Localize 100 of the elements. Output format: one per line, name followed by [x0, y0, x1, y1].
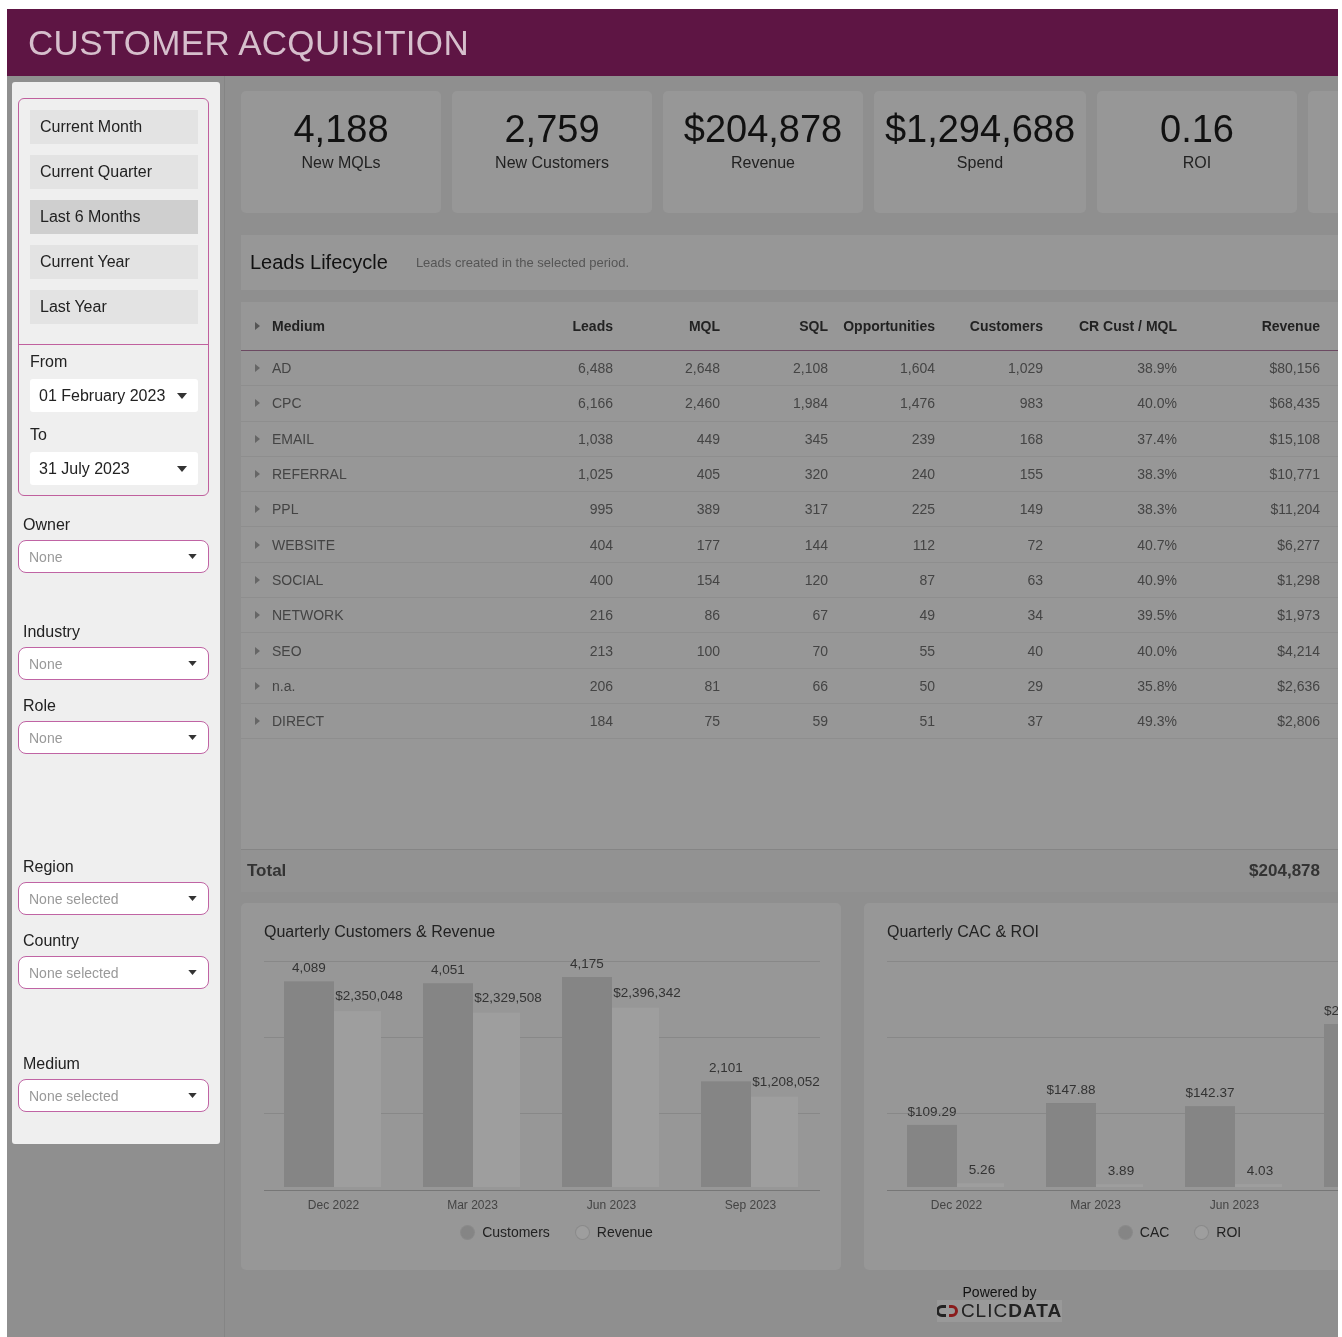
table-cell-text: $2,636 — [1276, 677, 1320, 694]
table-cell-text: 206 — [588, 677, 613, 694]
data-label: 4,175 — [570, 956, 604, 972]
table-cell-text: DIRECT — [272, 713, 326, 730]
filter-dropdown[interactable]: None — [18, 540, 209, 573]
axis-label: Dec 2022 — [929, 1198, 984, 1212]
table-cell-text: SOCIAL — [272, 571, 325, 588]
column-header[interactable]: Medium — [272, 318, 506, 334]
table-cell-text: SEO — [272, 642, 303, 659]
logo-icon — [936, 1303, 959, 1319]
table-cell-text: 225 — [910, 501, 935, 518]
table-cell-text: 70 — [811, 642, 828, 659]
caret-icon — [188, 1093, 197, 1098]
expand-icon[interactable] — [255, 540, 260, 549]
table-cell-text: 389 — [695, 501, 720, 518]
table-cell-text: 320 — [803, 466, 828, 483]
filter-dropdown[interactable]: None — [18, 647, 209, 680]
table-cell-text: 239 — [910, 430, 935, 447]
table-cell-text: 1,476 — [898, 395, 935, 412]
filter-dropdown[interactable]: None selected — [18, 1079, 209, 1112]
table-cell-text: 39.5% — [1136, 607, 1177, 624]
filter-label: Role — [23, 697, 57, 715]
table-cell-text: PPL — [272, 501, 300, 518]
expand-icon[interactable] — [255, 399, 260, 408]
column-header[interactable]: MQL — [613, 318, 720, 334]
table-cell-text: 1,984 — [791, 395, 828, 412]
table-cell-text: AD — [272, 360, 293, 377]
table-cell-text: 6,488 — [576, 360, 613, 377]
table-cell-text: 449 — [695, 430, 720, 447]
kpi-label: Revenue — [730, 154, 795, 172]
kpi-value: 4,188 — [293, 109, 389, 149]
table-cell-text: $4,214 — [1276, 642, 1320, 659]
table-cell-text: $80,156 — [1268, 360, 1320, 377]
caret-icon — [188, 735, 197, 740]
legend-label: Revenue — [596, 1224, 653, 1240]
chart-title: Quarterly CAC & ROI — [887, 923, 1041, 941]
table-cell-text: 405 — [695, 466, 720, 483]
expand-icon[interactable] — [255, 364, 260, 373]
data-label: $2,350,048 — [335, 988, 403, 1004]
table-cell-text: REFERRAL — [272, 466, 348, 483]
expand-icon[interactable] — [255, 681, 260, 690]
data-label: 4.03 — [1246, 1163, 1274, 1179]
expand-icon[interactable] — [255, 611, 260, 620]
table-cell-text: 72 — [1026, 536, 1043, 553]
column-header[interactable]: Customers — [935, 318, 1043, 334]
column-header[interactable]: Revenue — [1177, 318, 1320, 334]
period-button[interactable]: Current Quarter — [30, 155, 198, 189]
table-cell-text: 37 — [1026, 713, 1043, 730]
data-label: $2,396,342 — [613, 984, 681, 1000]
column-header[interactable]: SQL — [720, 318, 828, 334]
filter-dropdown[interactable]: None — [18, 721, 209, 754]
table-cell-text: 2,108 — [791, 360, 828, 377]
expand-icon[interactable] — [255, 646, 260, 655]
expand-icon[interactable] — [255, 575, 260, 584]
table-cell-text: 81 — [703, 677, 720, 694]
expand-icon[interactable] — [255, 505, 260, 514]
table-cell-text: 35.8% — [1136, 677, 1177, 694]
expand-icon[interactable] — [255, 470, 260, 479]
data-label: 4,051 — [431, 962, 465, 978]
table-cell-text: 40 — [1026, 642, 1043, 659]
expand-icon[interactable] — [255, 434, 260, 443]
data-label: 3.89 — [1107, 1163, 1135, 1179]
table-cell-text: 1,038 — [576, 430, 613, 447]
table-cell-text: 213 — [588, 642, 613, 659]
filter-dropdown[interactable]: None selected — [18, 956, 209, 989]
to-date-dropdown[interactable]: 31 July 2023 — [30, 452, 198, 485]
table-cell-text: 6,166 — [576, 395, 613, 412]
data-label: $147.88 — [1046, 1082, 1096, 1097]
table-cell-text: $11,204 — [1269, 501, 1320, 518]
column-header[interactable]: Leads — [506, 318, 613, 334]
caret-icon — [188, 661, 197, 666]
kpi-value: $204,878 — [683, 109, 843, 149]
table-cell-text: 66 — [811, 677, 828, 694]
table-cell-text: 400 — [588, 571, 613, 588]
axis-label: Jun 2023 — [1208, 1198, 1261, 1212]
kpi-value: 2,759 — [504, 109, 600, 149]
table-cell-text: 29 — [1026, 677, 1043, 694]
period-button[interactable]: Last Year — [30, 290, 198, 324]
legend-label: ROI — [1216, 1224, 1242, 1240]
table-cell-text: 40.0% — [1136, 395, 1177, 412]
table-cell-text: 345 — [803, 430, 828, 447]
chart-title: Quarterly Customers & Revenue — [264, 923, 497, 941]
period-button[interactable]: Current Year — [30, 245, 198, 279]
expand-icon[interactable] — [255, 322, 260, 330]
table-cell-text: 112 — [911, 536, 935, 553]
table-cell-text: 240 — [910, 466, 935, 483]
filter-dropdown[interactable]: None selected — [18, 882, 209, 915]
column-header[interactable]: Opportunities — [828, 318, 935, 334]
from-date-dropdown[interactable]: 01 February 2023 — [30, 379, 198, 412]
data-label: $2,329,508 — [474, 989, 542, 1005]
expand-icon[interactable] — [255, 717, 260, 726]
kpi-label: ROI — [1182, 154, 1212, 172]
period-button[interactable]: Last 6 Months — [30, 200, 198, 234]
kpi-label: New Customers — [495, 154, 609, 172]
filter-label: Region — [23, 858, 75, 876]
dashboard-title: CUSTOMER ACQUISITION — [28, 22, 469, 63]
period-button[interactable]: Current Month — [30, 110, 198, 144]
axis-label: Jun 2023 — [585, 1198, 638, 1212]
filter-label: Medium — [23, 1055, 81, 1073]
column-header[interactable]: CR Cust / MQL — [1043, 318, 1177, 334]
